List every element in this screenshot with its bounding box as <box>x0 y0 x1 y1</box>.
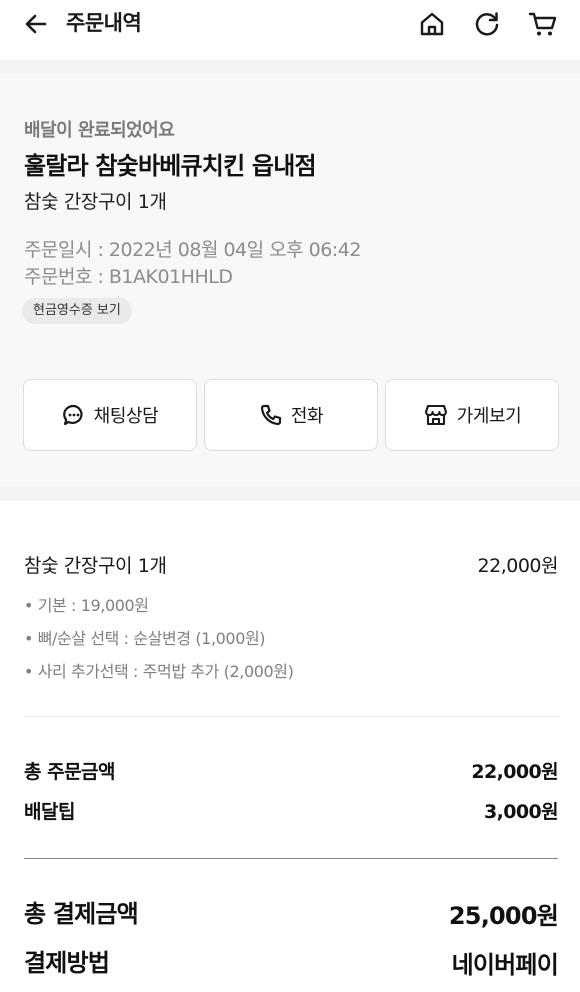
divider <box>24 716 558 717</box>
store-name: 훌랄라 참숯바베큐치킨 읍내점 <box>24 152 317 180</box>
item-option: • 사리 추가선택 : 주먹밥 추가 (2,000원) <box>24 662 294 681</box>
store-icon <box>424 404 447 426</box>
refresh-icon <box>475 12 499 36</box>
app-header: 주문내역 <box>0 0 580 48</box>
total-payment-value: 25,000원 <box>448 902 559 930</box>
refresh-button[interactable] <box>471 8 503 40</box>
chat-bubble-icon <box>62 404 83 426</box>
order-date: 주문일시 : 2022년 08월 04일 오후 06:42 <box>24 239 361 261</box>
section-divider <box>0 60 580 74</box>
menu-summary: 참숯 간장구이 1개 <box>24 191 167 213</box>
item-name: 참숯 간장구이 1개 <box>24 555 167 577</box>
item-option: • 기본 : 19,000원 <box>24 596 149 615</box>
item-option: • 뼈/순살 선택 : 순살변경 (1,000원) <box>24 629 266 648</box>
call-button[interactable]: 전화 <box>204 379 378 451</box>
view-store-button[interactable]: 가게보기 <box>385 379 559 451</box>
phone-icon <box>260 404 281 426</box>
home-icon <box>420 12 444 36</box>
item-price: 22,000원 <box>477 555 559 577</box>
delivery-tip-value: 3,000원 <box>484 801 559 823</box>
delivery-status: 배달이 완료되었어요 <box>24 120 175 141</box>
section-divider <box>0 486 580 501</box>
cart-icon <box>528 12 557 36</box>
back-button[interactable] <box>20 8 52 40</box>
page-title: 주문내역 <box>66 11 142 35</box>
total-order-label: 총 주문금액 <box>24 761 116 783</box>
cart-button[interactable] <box>527 8 559 40</box>
chat-support-label: 채팅상담 <box>93 406 159 427</box>
divider <box>24 858 558 859</box>
home-button[interactable] <box>416 8 448 40</box>
cash-receipt-button[interactable]: 현금영수증 보기 <box>22 298 132 324</box>
total-order-value: 22,000원 <box>471 761 558 783</box>
call-label: 전화 <box>290 406 324 427</box>
total-payment-label: 총 결제금액 <box>24 900 139 928</box>
back-arrow-icon <box>25 14 47 34</box>
view-store-label: 가게보기 <box>456 406 522 427</box>
payment-method-label: 결제방법 <box>24 949 110 977</box>
payment-method-value: 네이버페이 <box>451 951 559 979</box>
chat-support-button[interactable]: 채팅상담 <box>23 379 197 451</box>
order-number: 주문번호 : B1AK01HHLD <box>24 266 233 288</box>
delivery-tip-label: 배달팁 <box>24 801 75 823</box>
